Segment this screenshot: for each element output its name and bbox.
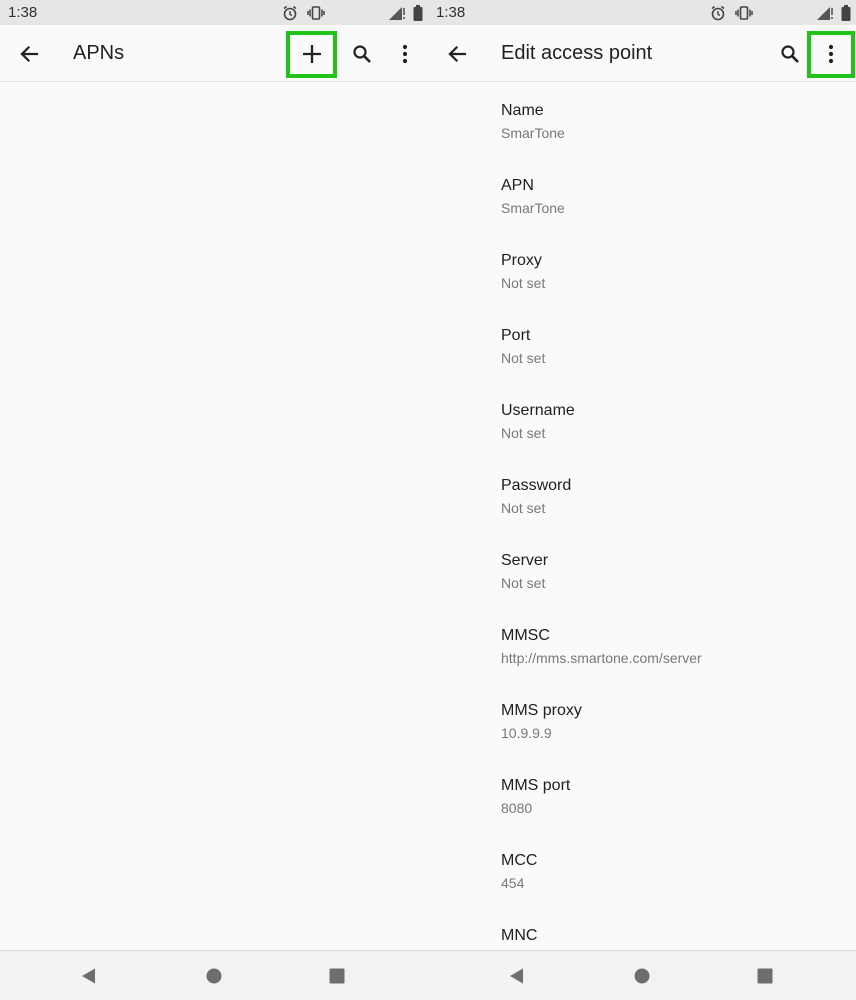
recents-square-icon — [757, 968, 773, 984]
add-icon — [303, 45, 321, 63]
nav-recents-button[interactable] — [326, 965, 348, 987]
field-label: Proxy — [501, 252, 542, 269]
add-button[interactable] — [295, 37, 329, 71]
field-label: Server — [501, 552, 549, 569]
page-title: APNs — [73, 42, 125, 64]
signal-icon — [388, 5, 407, 21]
field-mmsc[interactable]: MMSC http://mms.smartone.com/server — [428, 607, 856, 682]
nav-home-button[interactable] — [631, 965, 653, 987]
field-label: MCC — [501, 852, 538, 869]
recents-square-icon — [329, 968, 345, 984]
apn-list — [0, 82, 428, 950]
back-button[interactable] — [14, 39, 44, 69]
alarm-icon — [282, 5, 298, 21]
field-apn[interactable]: APN SmarTone — [428, 157, 856, 232]
field-label: Password — [501, 477, 572, 494]
back-triangle-icon — [82, 968, 95, 984]
field-username[interactable]: Username Not set — [428, 382, 856, 457]
arrow-left-icon — [448, 45, 467, 63]
field-name[interactable]: Name SmarTone — [428, 82, 856, 157]
field-mms-proxy[interactable]: MMS proxy 10.9.9.9 — [428, 682, 856, 757]
home-circle-icon — [206, 968, 222, 984]
field-proxy[interactable]: Proxy Not set — [428, 232, 856, 307]
field-label: APN — [501, 177, 534, 194]
apn-settings-list: Name SmarTone APN SmarTone Proxy Not set… — [428, 82, 856, 950]
more-options-button[interactable] — [814, 37, 848, 71]
search-button[interactable] — [773, 37, 807, 71]
toolbar: APNs — [0, 25, 428, 82]
field-server[interactable]: Server Not set — [428, 532, 856, 607]
field-mnc[interactable]: MNC 06 — [428, 907, 856, 950]
signal-icon — [816, 5, 835, 21]
search-icon — [781, 45, 799, 63]
search-icon — [353, 45, 371, 63]
more-vertical-icon — [828, 44, 834, 64]
field-value: Not set — [501, 425, 546, 441]
battery-icon — [413, 4, 423, 21]
field-value: Not set — [501, 275, 546, 291]
search-button[interactable] — [345, 37, 379, 71]
field-value: SmarTone — [501, 200, 565, 216]
field-label: Username — [501, 402, 575, 419]
field-value: Not set — [501, 575, 546, 591]
home-circle-icon — [634, 968, 650, 984]
alarm-icon — [710, 5, 726, 21]
back-button[interactable] — [442, 39, 472, 69]
field-label: MMSC — [501, 627, 550, 644]
edit-access-point-screen: 1:38 Edit access point Name SmarTone APN… — [428, 0, 856, 1000]
field-value: 8080 — [501, 800, 533, 816]
field-value: Not set — [501, 500, 546, 516]
field-value: SmarTone — [501, 125, 565, 141]
vibrate-icon — [307, 5, 325, 21]
field-value: Not set — [501, 350, 546, 366]
nav-back-button[interactable] — [78, 965, 100, 987]
field-value: 454 — [501, 875, 525, 891]
more-options-button[interactable] — [388, 37, 422, 71]
status-time: 1:38 — [8, 4, 38, 21]
field-label: Name — [501, 102, 544, 119]
nav-home-button[interactable] — [203, 965, 225, 987]
arrow-left-icon — [20, 45, 39, 63]
more-vertical-icon — [402, 44, 408, 64]
field-port[interactable]: Port Not set — [428, 307, 856, 382]
field-label: MNC — [501, 927, 538, 944]
back-triangle-icon — [510, 968, 523, 984]
toolbar: Edit access point — [428, 25, 856, 82]
field-mcc[interactable]: MCC 454 — [428, 832, 856, 907]
vibrate-icon — [735, 5, 753, 21]
field-value: http://mms.smartone.com/server — [501, 650, 702, 666]
field-value: 10.9.9.9 — [501, 725, 552, 741]
status-bar: 1:38 — [0, 0, 428, 25]
status-bar: 1:38 — [428, 0, 856, 25]
field-password[interactable]: Password Not set — [428, 457, 856, 532]
nav-recents-button[interactable] — [754, 965, 776, 987]
navigation-bar — [428, 950, 856, 1000]
battery-icon — [841, 4, 851, 21]
page-title: Edit access point — [501, 42, 653, 64]
apns-screen: 1:38 APNs — [0, 0, 428, 1000]
field-label: MMS proxy — [501, 702, 582, 719]
status-time: 1:38 — [436, 4, 466, 21]
nav-back-button[interactable] — [506, 965, 528, 987]
field-label: MMS port — [501, 777, 571, 794]
navigation-bar — [0, 950, 428, 1000]
field-label: Port — [501, 327, 531, 344]
field-mms-port[interactable]: MMS port 8080 — [428, 757, 856, 832]
